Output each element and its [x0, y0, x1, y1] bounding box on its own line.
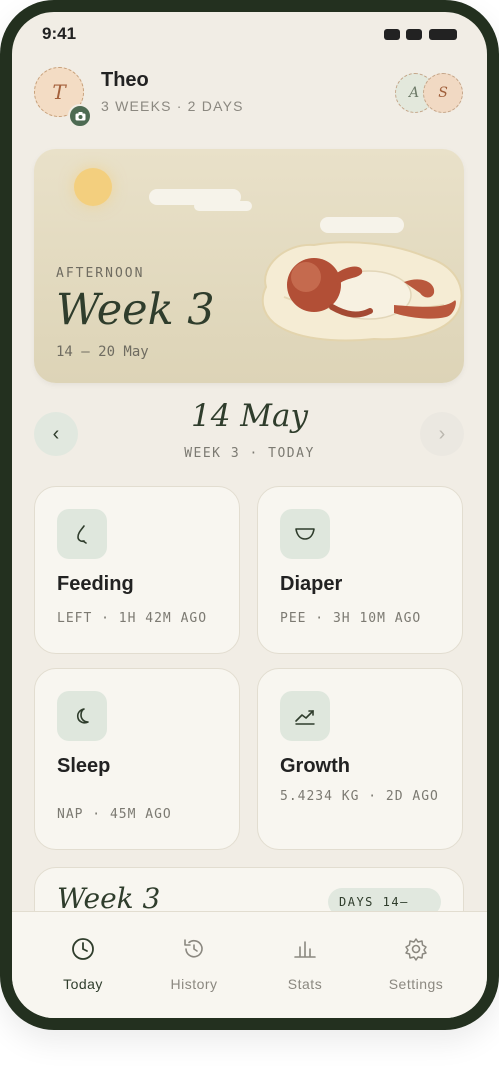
tab-label: Today [63, 976, 103, 992]
chevron-right-icon: › [438, 422, 446, 445]
next-day-button[interactable]: › [420, 412, 464, 456]
baby-avatar-initial: T [52, 80, 66, 104]
camera-icon[interactable] [68, 104, 92, 128]
card-subtitle: NAP · 45M AGO [57, 807, 172, 822]
selected-date: 14 May [190, 398, 309, 434]
history-icon [184, 939, 203, 958]
phone-frame: 9:41 T Theo 3 WEEKS · 2 DAYS A S AFTERNO… [0, 0, 499, 1030]
status-bar: 9:41 [12, 12, 487, 58]
caregiver-initial: A [408, 85, 420, 101]
hero-card: AFTERNOON Week 3 14 — 20 May [34, 149, 464, 383]
card-title: Sleep [57, 755, 111, 777]
feeding-icon [57, 509, 107, 559]
sleep-card[interactable]: Sleep NAP · 45M AGO [34, 668, 240, 850]
hero-week-title: Week 3 [56, 285, 215, 335]
wifi-icon [406, 29, 422, 40]
signal-icon [384, 29, 400, 40]
tab-today[interactable]: Today [24, 912, 142, 1018]
trend-icon [280, 691, 330, 741]
caregiver-initial: S [438, 85, 448, 101]
bar-chart-icon [294, 941, 316, 958]
tab-history[interactable]: History [135, 912, 253, 1018]
card-subtitle: LEFT · 1H 42M AGO [57, 611, 208, 626]
caregiver-avatar-s[interactable]: S [423, 73, 463, 113]
baby-name: Theo [101, 69, 149, 91]
card-title: Feeding [57, 573, 134, 595]
part-of-day-label: AFTERNOON [56, 266, 145, 281]
diaper-icon [280, 509, 330, 559]
tab-bar: Today History Stats Settings [12, 911, 487, 1018]
moon-icon [57, 691, 107, 741]
baby-age: 3 WEEKS · 2 DAYS [101, 98, 244, 114]
diaper-card[interactable]: Diaper PEE · 3H 10M AGO [257, 486, 463, 654]
baby-illustration [261, 241, 463, 342]
selected-date-subtitle: WEEK 3 · TODAY [184, 446, 315, 461]
card-subtitle: 5.4234 KG · 2D AGO [280, 789, 439, 804]
status-time: 9:41 [42, 24, 77, 43]
gear-icon [405, 938, 427, 961]
clock-icon [72, 938, 94, 960]
card-title: Diaper [280, 573, 343, 595]
battery-icon [429, 29, 457, 40]
card-subtitle: PEE · 3H 10M AGO [280, 611, 422, 626]
card-title: Growth [280, 755, 350, 777]
app-screen: 9:41 T Theo 3 WEEKS · 2 DAYS A S AFTERNO… [12, 12, 487, 1018]
tab-stats[interactable]: Stats [246, 912, 364, 1018]
cloud-decoration [194, 201, 252, 211]
tab-label: History [170, 976, 218, 992]
hero-date-range: 14 — 20 May [56, 344, 149, 360]
tab-label: Stats [287, 976, 323, 992]
feeding-card[interactable]: Feeding LEFT · 1H 42M AGO [34, 486, 240, 654]
tab-settings[interactable]: Settings [357, 912, 475, 1018]
sun-icon [74, 168, 112, 206]
tab-label: Settings [388, 976, 444, 992]
growth-card[interactable]: Growth 5.4234 KG · 2D AGO [257, 668, 463, 850]
